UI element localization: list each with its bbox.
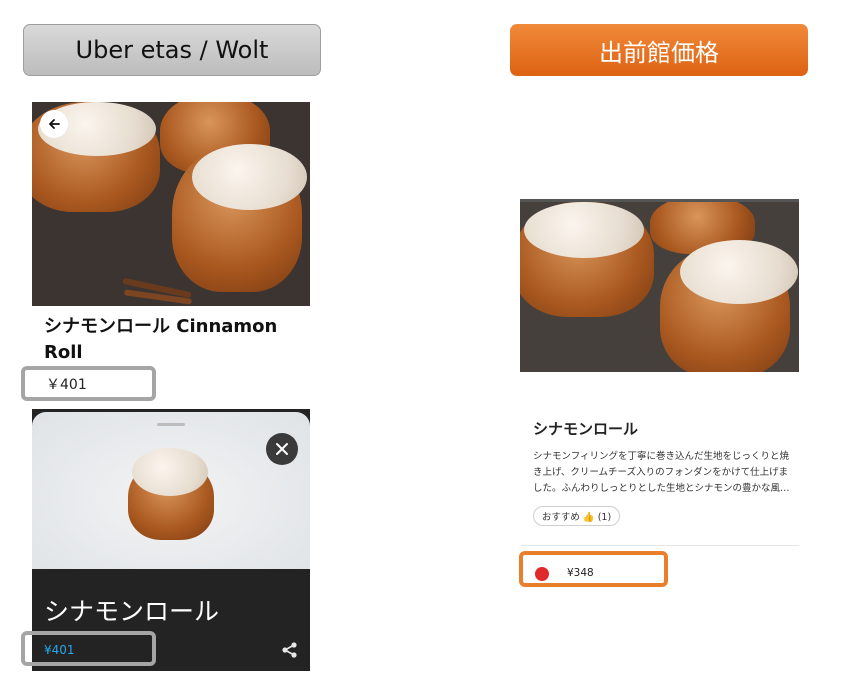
- demaecan-product-image: [520, 199, 799, 372]
- uber-wolt-header: Uber etas / Wolt: [23, 24, 321, 76]
- share-icon[interactable]: [281, 641, 299, 659]
- divider: [521, 545, 799, 546]
- arrow-left-icon: [49, 119, 60, 129]
- back-button[interactable]: [40, 110, 68, 138]
- wolt-price: ￥401: [46, 377, 87, 393]
- close-button[interactable]: [266, 433, 298, 465]
- demaecan-product-title: シナモンロール: [533, 420, 639, 438]
- uber-product-title: シナモンロール: [44, 597, 220, 626]
- recommend-button[interactable]: おすすめ 👍 (1): [533, 506, 620, 526]
- uber-price-highlight: [21, 631, 156, 666]
- demaecan-description: シナモンフィリングを丁寧に巻き込んだ生地をじっくりと焼き上げ、クリームチーズ入り…: [533, 451, 790, 494]
- demaecan-header-label: 出前館価格: [599, 38, 719, 67]
- wolt-product-title: シナモンロール Cinnamon Roll: [44, 316, 278, 363]
- wolt-product-image: [32, 102, 310, 306]
- red-dot-icon: [535, 567, 549, 581]
- wolt-price-highlight: [21, 366, 156, 401]
- close-icon: [276, 443, 288, 455]
- drag-handle[interactable]: [157, 423, 185, 426]
- uber-wolt-header-label: Uber etas / Wolt: [75, 36, 269, 64]
- uber-product-image: [32, 412, 310, 569]
- demaecan-header: 出前館価格: [510, 24, 808, 76]
- demaecan-price: ¥348: [567, 567, 594, 579]
